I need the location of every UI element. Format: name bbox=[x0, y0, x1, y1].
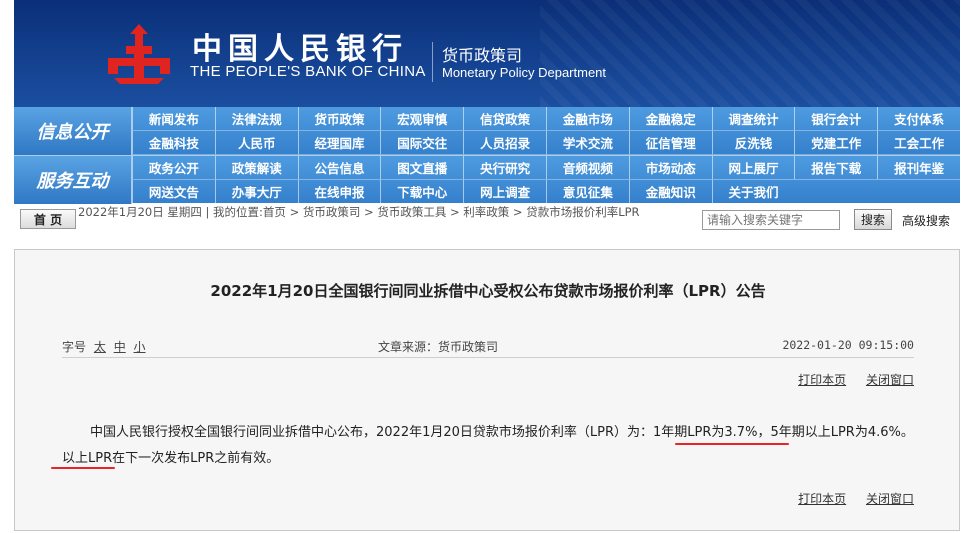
main-nav: 信息公开 新闻发布 法律法规 货币政策 宏观审慎 信贷政策 金融市场 金融稳定 调查统计 银行会… bbox=[14, 107, 960, 204]
nav-item-service-15[interactable]: 意见征集 bbox=[546, 180, 629, 204]
nav-item-info-3[interactable]: 宏观审慎 bbox=[380, 107, 464, 131]
body-highlight-5yr: 4.6% bbox=[867, 425, 901, 440]
header-banner: 中国人民银行 THE PEOPLE'S BANK OF CHINA 货币政策司 … bbox=[14, 0, 960, 107]
nav-item-service-11[interactable]: 办事大厅 bbox=[214, 180, 298, 204]
nav-item-info-12[interactable]: 经理国库 bbox=[297, 131, 381, 155]
nav-item-info-9[interactable]: 支付体系 bbox=[877, 107, 960, 131]
nav-item-info-17[interactable]: 反洗钱 bbox=[711, 131, 795, 155]
nav-item-info-19[interactable]: 工会工作 bbox=[877, 131, 960, 155]
nav-item-info-2[interactable]: 货币政策 bbox=[297, 107, 381, 131]
nav-grid-info: 新闻发布 法律法规 货币政策 宏观审慎 信贷政策 金融市场 金融稳定 调查统计 银行会计 支付体系… bbox=[132, 107, 960, 155]
font-size-label: 字号 bbox=[62, 340, 87, 354]
nav-item-service-8[interactable]: 报告下载 bbox=[794, 156, 878, 180]
close-window-link[interactable]: 关闭窗口 bbox=[866, 373, 914, 387]
nav-item-service-12[interactable]: 在线申报 bbox=[297, 180, 381, 204]
nav-grid-service: 政务公开 政策解读 公告信息 图文直播 央行研究 音频视频 市场动态 网上展厅 报告下载 报刊年鉴… bbox=[132, 156, 960, 204]
nav-item-info-18[interactable]: 党建工作 bbox=[794, 131, 878, 155]
nav-item-info-6[interactable]: 金融稳定 bbox=[628, 107, 712, 131]
breadcrumb-bar: 首 页 2022年1月20日 星期四 | 我的位置:首页 > 货币政策司 > 货… bbox=[14, 206, 960, 232]
nav-item-service-16[interactable]: 金融知识 bbox=[628, 180, 712, 204]
search-input[interactable] bbox=[702, 210, 840, 230]
nav-item-service-7[interactable]: 网上展厅 bbox=[711, 156, 795, 180]
body-highlight-1yr: 1年期LPR为3.7% bbox=[653, 425, 758, 440]
nav-item-service-6[interactable]: 市场动态 bbox=[628, 156, 712, 180]
font-size-medium[interactable]: 中 bbox=[114, 340, 126, 354]
bank-name-cn: 中国人民银行 bbox=[192, 32, 408, 67]
pboc-emblem-icon[interactable] bbox=[104, 22, 174, 84]
nav-item-service-1[interactable]: 政策解读 bbox=[214, 156, 298, 180]
nav-item-info-11[interactable]: 人民币 bbox=[214, 131, 298, 155]
article-panel: 2022年1月20日全国银行间同业拆借中心受权公布贷款市场报价利率（LPR）公告… bbox=[14, 249, 960, 531]
header-divider bbox=[432, 42, 433, 82]
nav-item-info-7[interactable]: 调查统计 bbox=[711, 107, 795, 131]
nav-item-service-10[interactable]: 网送文告 bbox=[132, 180, 215, 204]
nav-item-info-4[interactable]: 信贷政策 bbox=[463, 107, 546, 131]
article-source: 文章来源：货币政策司 bbox=[378, 340, 499, 354]
nav-item-service-14[interactable]: 网上调查 bbox=[463, 180, 546, 204]
nav-group-service: 服务互动 政务公开 政策解读 公告信息 图文直播 央行研究 音频视频 市场动态 网上展厅 报告下… bbox=[14, 155, 960, 204]
nav-item-service-2[interactable]: 公告信息 bbox=[297, 156, 381, 180]
dept-name-cn: 货币政策司 bbox=[442, 46, 523, 65]
bank-name-en: THE PEOPLE'S BANK OF CHINA bbox=[190, 63, 426, 80]
nav-item-service-4[interactable]: 央行研究 bbox=[463, 156, 546, 180]
nav-label-service: 服务互动 bbox=[14, 156, 132, 204]
banner-pattern bbox=[540, 0, 960, 107]
breadcrumb: 2022年1月20日 星期四 | 我的位置:首页 > 货币政策司 > 货币政策工… bbox=[78, 205, 640, 219]
article-title: 2022年1月20日全国银行间同业拆借中心受权公布贷款市场报价利率（LPR）公告 bbox=[210, 282, 766, 300]
underline-annotation-5yr bbox=[51, 467, 115, 469]
nav-item-service-13[interactable]: 下载中心 bbox=[380, 180, 464, 204]
body-text-2: ，5年期以上LPR为 bbox=[757, 425, 868, 440]
print-link[interactable]: 打印本页 bbox=[798, 373, 846, 387]
body-text-1: 中国人民银行授权全国银行间同业拆借中心公布，2022年1月20日贷款市场报价利率… bbox=[90, 425, 654, 440]
article-meta: 字号 太 中 小 文章来源：货币政策司 2022-01-20 09:15:00 bbox=[62, 332, 914, 358]
article-tools-bottom: 打印本页 关闭窗口 bbox=[782, 490, 914, 507]
font-size-large[interactable]: 太 bbox=[94, 340, 106, 354]
font-size-small[interactable]: 小 bbox=[134, 340, 146, 354]
font-size-switcher: 字号 太 中 小 bbox=[62, 338, 146, 355]
nav-item-info-16[interactable]: 征信管理 bbox=[628, 131, 712, 155]
close-window-link-bottom[interactable]: 关闭窗口 bbox=[866, 492, 914, 506]
nav-item-info-1[interactable]: 法律法规 bbox=[214, 107, 298, 131]
nav-item-info-0[interactable]: 新闻发布 bbox=[132, 107, 215, 131]
article-tools-top: 打印本页 关闭窗口 bbox=[782, 371, 914, 388]
nav-label-info: 信息公开 bbox=[14, 107, 132, 155]
nav-item-service-0[interactable]: 政务公开 bbox=[132, 156, 215, 180]
article-body: 中国人民银行授权全国银行间同业拆借中心公布，2022年1月20日贷款市场报价利率… bbox=[62, 420, 914, 472]
nav-item-info-13[interactable]: 国际交往 bbox=[380, 131, 464, 155]
underline-annotation-1yr bbox=[675, 443, 789, 445]
search-button[interactable]: 搜索 bbox=[854, 209, 892, 230]
home-button[interactable]: 首 页 bbox=[20, 209, 76, 229]
article-date: 2022-01-20 09:15:00 bbox=[782, 338, 914, 352]
nav-group-info: 信息公开 新闻发布 法律法规 货币政策 宏观审慎 信贷政策 金融市场 金融稳定 调查统计 银行会… bbox=[14, 107, 960, 155]
nav-item-service-17[interactable]: 关于我们 bbox=[711, 180, 795, 204]
print-link-bottom[interactable]: 打印本页 bbox=[798, 492, 846, 506]
nav-item-service-5[interactable]: 音频视频 bbox=[546, 156, 629, 180]
nav-item-info-5[interactable]: 金融市场 bbox=[546, 107, 629, 131]
nav-item-info-15[interactable]: 学术交流 bbox=[546, 131, 629, 155]
nav-item-info-8[interactable]: 银行会计 bbox=[794, 107, 878, 131]
dept-name-en: Monetary Policy Department bbox=[442, 65, 607, 80]
nav-item-info-10[interactable]: 金融科技 bbox=[132, 131, 215, 155]
nav-item-service-3[interactable]: 图文直播 bbox=[380, 156, 464, 180]
advanced-search-link[interactable]: 高级搜索 bbox=[902, 212, 950, 229]
nav-item-info-14[interactable]: 人员招录 bbox=[463, 131, 546, 155]
nav-item-service-9[interactable]: 报刊年鉴 bbox=[877, 156, 960, 180]
